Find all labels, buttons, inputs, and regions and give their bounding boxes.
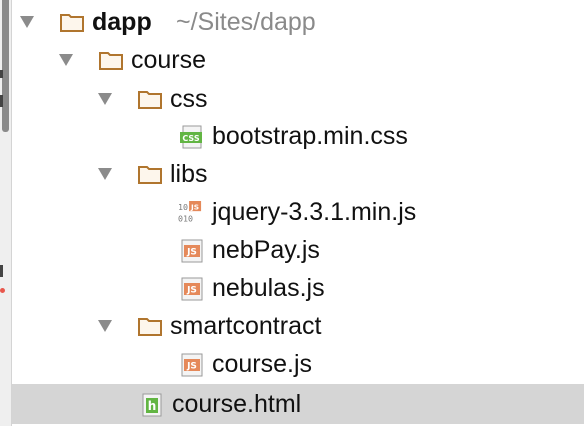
expand-toggle-icon[interactable] [98,168,112,180]
js-file-icon: JS [181,239,203,263]
js-file-icon: JS [181,353,203,377]
file-label-bootstrap: bootstrap.min.css [212,122,408,150]
svg-text:10: 10 [178,202,188,212]
tree-row-smartcontract[interactable]: smartcontract [12,307,584,345]
file-label-course-js: course.js [212,350,313,378]
svg-text:CSS: CSS [182,134,199,143]
folder-label-libs: libs [170,160,208,188]
file-label-nebpay: nebPay.js [212,236,320,264]
js-file-icon: JS [181,277,203,301]
svg-text:JS: JS [186,286,197,296]
file-label-course-html: course.html [172,390,302,418]
svg-text:JS: JS [186,248,197,258]
css-file-icon: CSS [180,125,202,149]
tree-row-course[interactable]: course [12,41,584,79]
folder-label-course: course [131,46,207,74]
tree-row-libs[interactable]: libs [12,155,584,193]
folder-icon [138,318,162,336]
svg-text:h: h [148,399,157,413]
folder-icon [99,52,123,70]
tree-row-course-html[interactable]: h course.html [12,384,584,424]
tree-row-dapp[interactable]: dapp ~/Sites/dapp [12,3,584,41]
folder-icon [60,14,84,32]
project-root-label: dapp [92,8,152,36]
html-file-icon: h [142,393,162,417]
tree-row-course-js[interactable]: JS course.js [12,345,584,383]
project-root-path: ~/Sites/dapp [176,8,316,36]
expand-toggle-icon[interactable] [20,16,34,28]
project-window: dapp ~/Sites/dapp course css CSS bootstr… [0,0,584,426]
tree-row-bootstrap-min-css[interactable]: CSS bootstrap.min.css [12,117,584,155]
gutter-marker [0,95,3,107]
tree-row-css[interactable]: css [12,80,584,118]
folder-label-css: css [170,85,208,113]
expand-toggle-icon[interactable] [59,54,73,66]
folder-icon [138,91,162,109]
file-label-jquery: jquery-3.3.1.min.js [212,198,417,226]
svg-text:JS: JS [190,202,199,211]
tree-row-nebulas[interactable]: JS nebulas.js [12,269,584,307]
svg-text:010: 010 [178,213,193,223]
gutter-marker [0,70,3,78]
minified-js-file-icon: 10 010 JS [178,201,202,223]
scrollbar-thumb[interactable] [2,0,9,132]
expand-toggle-icon[interactable] [98,320,112,332]
tree-row-jquery[interactable]: 10 010 JS jquery-3.3.1.min.js [12,193,584,231]
folder-label-smartcontract: smartcontract [170,312,322,340]
project-tree: dapp ~/Sites/dapp course css CSS bootstr… [12,0,584,426]
svg-text:JS: JS [186,362,197,372]
expand-toggle-icon[interactable] [98,93,112,105]
gutter-marker [0,265,3,277]
left-gutter [0,0,12,426]
tree-row-nebpay[interactable]: JS nebPay.js [12,231,584,269]
folder-icon [138,166,162,184]
error-dot-icon [0,288,5,293]
file-label-nebulas: nebulas.js [212,274,325,302]
